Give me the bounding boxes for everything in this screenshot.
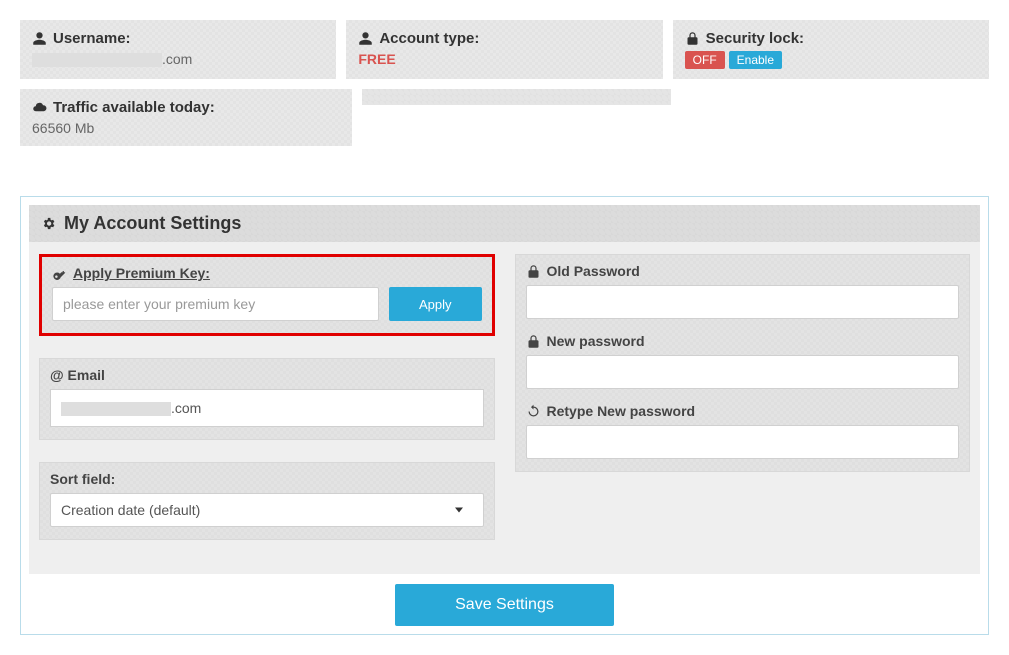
info-cards-row-2: Traffic available today: 66560 Mb	[20, 89, 989, 146]
settings-header: My Account Settings	[29, 205, 980, 242]
premium-key-label: Apply Premium Key:	[52, 265, 482, 281]
info-cards-row-1: Username: .com Account type: FREE Securi…	[20, 20, 989, 79]
save-settings-button[interactable]: Save Settings	[395, 584, 614, 626]
refresh-icon	[526, 404, 541, 419]
password-panel: Old Password New password Retype New pas…	[515, 254, 971, 472]
gears-icon	[41, 216, 56, 231]
username-value: .com	[32, 51, 324, 67]
apply-button[interactable]: Apply	[389, 287, 482, 321]
username-block: Username: .com	[20, 20, 336, 79]
chevron-down-icon	[455, 508, 463, 513]
account-type-label: Account type:	[379, 30, 479, 47]
sort-label: Sort field:	[50, 471, 484, 487]
traffic-label: Traffic available today:	[53, 99, 215, 116]
username-label: Username:	[53, 30, 131, 47]
user-icon	[358, 31, 373, 46]
retype-password-input[interactable]	[526, 425, 960, 459]
right-column: Old Password New password Retype New pas…	[515, 254, 971, 562]
retype-password-label: Retype New password	[526, 403, 960, 419]
account-type-block: Account type: FREE	[346, 20, 662, 79]
traffic-value: 66560 Mb	[32, 120, 340, 136]
security-lock-label: Security lock:	[706, 30, 804, 47]
sort-field-select[interactable]: Creation date (default)	[50, 493, 484, 527]
security-off-badge: OFF	[685, 51, 725, 69]
email-panel: @ Email .com	[39, 358, 495, 440]
traffic-block: Traffic available today: 66560 Mb	[20, 89, 352, 146]
lock-icon	[526, 334, 541, 349]
security-lock-controls: OFFEnable	[685, 51, 977, 69]
redacted-text	[61, 402, 171, 416]
user-icon	[32, 31, 47, 46]
sort-panel: Sort field: Creation date (default)	[39, 462, 495, 540]
settings-title: My Account Settings	[64, 213, 241, 234]
settings-container: My Account Settings Apply Premium Key: A…	[20, 196, 989, 635]
security-enable-button[interactable]: Enable	[729, 51, 782, 69]
redacted-text	[32, 53, 162, 67]
premium-key-panel: Apply Premium Key: Apply	[39, 254, 495, 336]
cloud-icon	[32, 100, 47, 115]
key-icon	[52, 266, 67, 281]
left-column: Apply Premium Key: Apply @ Email .com So…	[39, 254, 495, 562]
premium-key-input[interactable]	[52, 287, 379, 321]
account-type-value: FREE	[358, 51, 650, 67]
old-password-label: Old Password	[526, 263, 960, 279]
old-password-input[interactable]	[526, 285, 960, 319]
new-password-input[interactable]	[526, 355, 960, 389]
lock-icon	[526, 264, 541, 279]
email-field[interactable]: .com	[50, 389, 484, 427]
new-password-label: New password	[526, 333, 960, 349]
lock-icon	[685, 31, 700, 46]
thin-placeholder-bar	[362, 89, 670, 105]
security-lock-block: Security lock: OFFEnable	[673, 20, 989, 79]
email-label: @ Email	[50, 367, 484, 383]
